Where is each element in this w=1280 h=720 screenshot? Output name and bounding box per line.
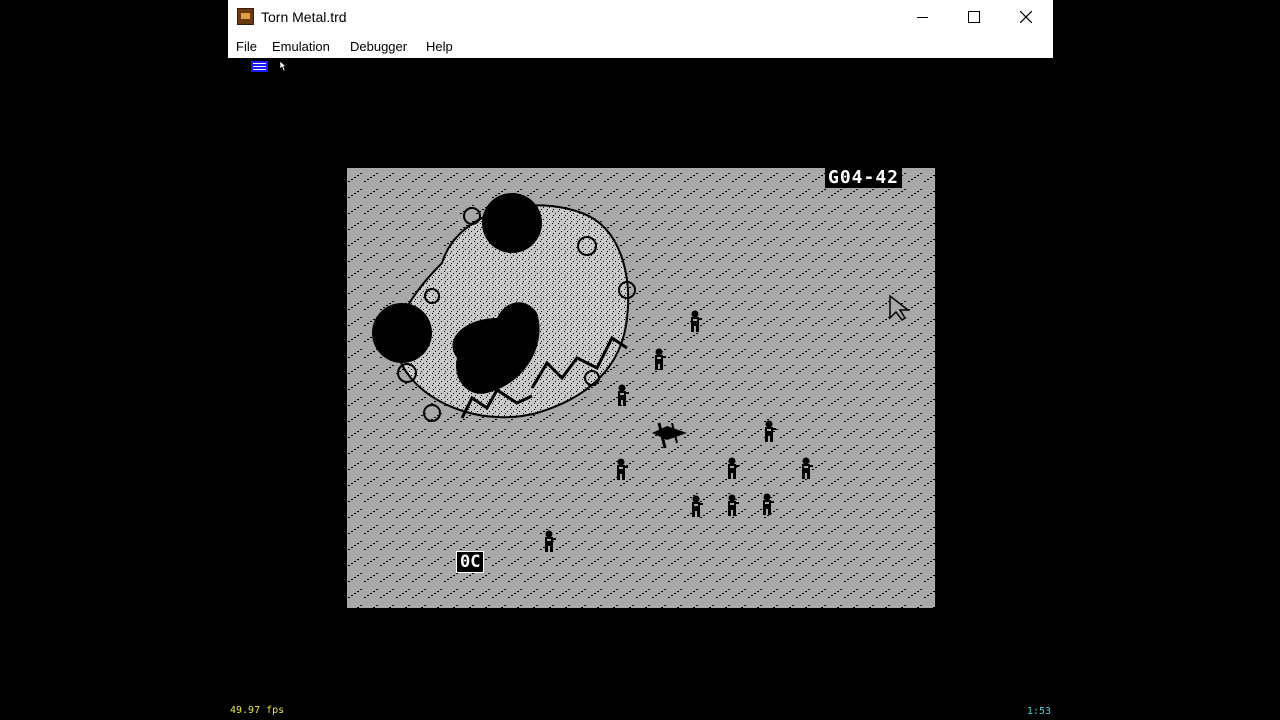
emulator-window: Torn Metal.trd File Emulation Debugger H… [228,0,1053,720]
minimize-icon [916,16,928,18]
menu-emulation[interactable]: Emulation [272,39,330,54]
unit-counter: 0C [456,551,485,573]
game-playfield [347,168,935,608]
close-icon [1020,11,1032,23]
maximize-button[interactable] [951,0,997,34]
title-bar[interactable]: Torn Metal.trd [228,0,1053,34]
close-button[interactable] [1003,0,1049,34]
app-icon [237,8,254,25]
mouse-capture-icon [279,60,287,72]
game-screen[interactable]: G04-42 0C [347,168,935,608]
menu-help[interactable]: Help [426,39,453,54]
window-title: Torn Metal.trd [261,9,347,25]
sector-code: G04-42 [825,168,903,188]
disk-activity-icon [251,61,268,72]
menu-bar: File Emulation Debugger Help [228,34,1053,58]
session-timer: 1:53 [1026,706,1051,717]
maximize-icon [968,11,980,23]
menu-file[interactable]: File [236,39,257,54]
menu-debugger[interactable]: Debugger [350,39,407,54]
minimize-button[interactable] [899,0,945,34]
emulator-display[interactable]: G04-42 0C 49.97 fps 1:53 [228,58,1053,720]
fps-readout: 49.97 fps [230,705,285,716]
